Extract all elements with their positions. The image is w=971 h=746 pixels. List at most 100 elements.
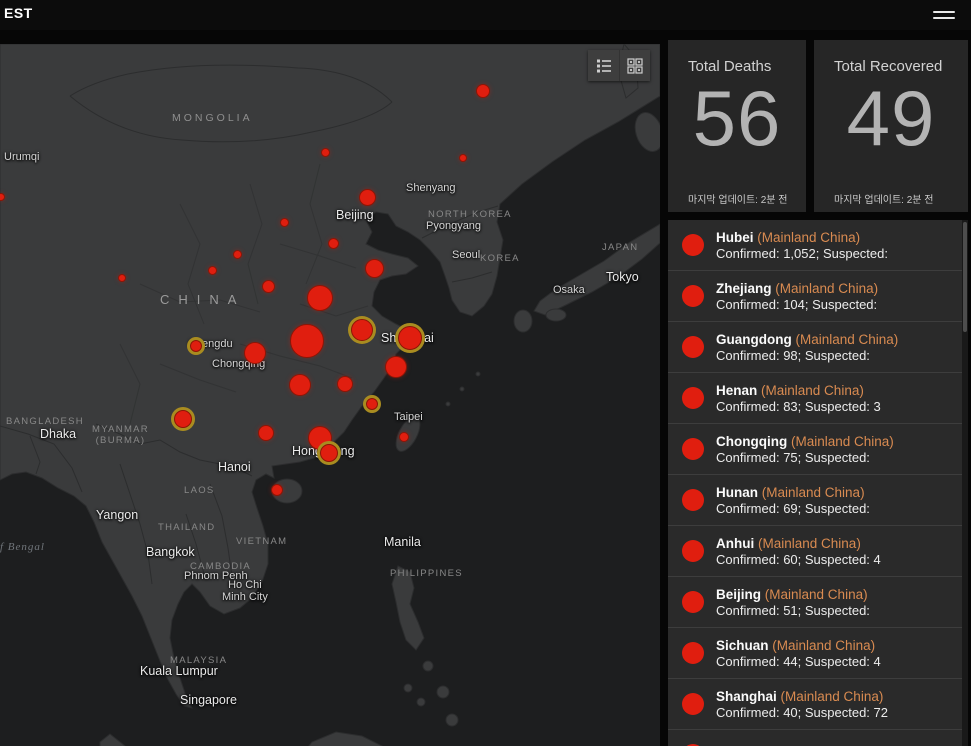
region-details: Confirmed: 40; Suspected: 72 <box>716 705 888 720</box>
list-item[interactable]: Shanghai (Mainland China)Confirmed: 40; … <box>668 679 962 730</box>
region-details: Confirmed: 83; Suspected: 3 <box>716 399 881 414</box>
region-dot-icon <box>682 489 704 511</box>
region-name: Hubei <box>716 230 754 245</box>
legend-list-icon <box>596 58 612 74</box>
list-item[interactable]: Shandong (Mainland China) <box>668 730 962 746</box>
list-item[interactable]: Anhui (Mainland China)Confirmed: 60; Sus… <box>668 526 962 577</box>
basemap-grid-icon <box>627 58 643 74</box>
region-name: Zhejiang <box>716 281 772 296</box>
region-name: Chongqing <box>716 434 787 449</box>
total-recovered-panel: Total Recovered 49 마지막 업데이트: 2분 전 <box>814 40 968 212</box>
region-country: (Mainland China) <box>757 230 860 245</box>
list-item[interactable]: Beijing (Mainland China)Confirmed: 51; S… <box>668 577 962 628</box>
map-case-marker[interactable] <box>118 274 126 282</box>
map-case-marker[interactable] <box>280 218 289 227</box>
list-item[interactable]: Guangdong (Mainland China)Confirmed: 98;… <box>668 322 962 373</box>
region-text: Anhui (Mainland China)Confirmed: 60; Sus… <box>716 536 881 567</box>
map-case-marker[interactable] <box>385 356 407 378</box>
region-country: (Mainland China) <box>772 638 875 653</box>
list-item[interactable]: Hubei (Mainland China)Confirmed: 1,052; … <box>668 220 962 271</box>
map-case-marker[interactable] <box>476 84 490 98</box>
map-case-marker[interactable] <box>399 432 409 442</box>
list-item[interactable]: Chongqing (Mainland China)Confirmed: 75;… <box>668 424 962 475</box>
region-dot-icon <box>682 540 704 562</box>
region-dot-icon <box>682 642 704 664</box>
region-country: (Mainland China) <box>765 587 868 602</box>
map-case-marker[interactable] <box>262 280 275 293</box>
total-deaths-panel: Total Deaths 56 마지막 업데이트: 2분 전 <box>668 40 806 212</box>
map-controls <box>588 50 650 81</box>
region-country: (Mainland China) <box>762 485 865 500</box>
map-case-marker[interactable] <box>320 444 338 462</box>
region-details: Confirmed: 98; Suspected: <box>716 348 898 363</box>
region-country: (Mainland China) <box>781 689 884 704</box>
region-country: (Mainland China) <box>775 281 878 296</box>
region-text: Guangdong (Mainland China)Confirmed: 98;… <box>716 332 898 363</box>
map-case-marker[interactable] <box>290 324 324 358</box>
region-name: Beijing <box>716 587 761 602</box>
total-deaths-value: 56 <box>668 79 806 159</box>
map-case-marker[interactable] <box>321 148 330 157</box>
list-item[interactable]: Henan (Mainland China)Confirmed: 83; Sus… <box>668 373 962 424</box>
region-country: (Mainland China) <box>791 434 894 449</box>
region-dot-icon <box>682 234 704 256</box>
region-dot-icon <box>682 438 704 460</box>
map-case-marker[interactable] <box>359 189 376 206</box>
region-details: Confirmed: 75; Suspected: <box>716 450 894 465</box>
region-dot-icon <box>682 336 704 358</box>
scrollbar-thumb[interactable] <box>963 222 967 332</box>
list-item[interactable]: Sichuan (Mainland China)Confirmed: 44; S… <box>668 628 962 679</box>
map[interactable]: MONGOLIAUrumqiShenyangBeijingNORTH KOREA… <box>0 44 660 746</box>
map-markers <box>0 44 660 746</box>
list-item[interactable]: Zhejiang (Mainland China)Confirmed: 104;… <box>668 271 962 322</box>
map-case-marker[interactable] <box>351 319 373 341</box>
scrollbar-track[interactable] <box>962 220 968 746</box>
region-text: Hunan (Mainland China)Confirmed: 69; Sus… <box>716 485 870 516</box>
total-deaths-title: Total Deaths <box>668 40 806 75</box>
map-case-marker[interactable] <box>459 154 467 162</box>
app-title: EST <box>4 5 33 21</box>
list-item[interactable]: Hunan (Mainland China)Confirmed: 69; Sus… <box>668 475 962 526</box>
total-recovered-value: 49 <box>814 79 968 159</box>
region-details: Confirmed: 51; Suspected: <box>716 603 870 618</box>
hamburger-menu-icon[interactable] <box>933 7 955 22</box>
region-text: Zhejiang (Mainland China)Confirmed: 104;… <box>716 281 878 312</box>
region-name: Henan <box>716 383 757 398</box>
map-case-marker[interactable] <box>174 410 192 428</box>
top-header: EST <box>0 0 971 30</box>
map-case-marker[interactable] <box>366 398 378 410</box>
total-deaths-updated: 마지막 업데이트: 2분 전 <box>688 191 800 206</box>
region-list: Hubei (Mainland China)Confirmed: 1,052; … <box>668 220 962 746</box>
map-case-marker[interactable] <box>289 374 311 396</box>
map-case-marker[interactable] <box>271 484 283 496</box>
map-case-marker[interactable] <box>233 250 242 259</box>
region-dot-icon <box>682 285 704 307</box>
total-recovered-title: Total Recovered <box>814 40 968 75</box>
basemap-button[interactable] <box>619 50 650 81</box>
region-text: Shanghai (Mainland China)Confirmed: 40; … <box>716 689 888 720</box>
region-name: Sichuan <box>716 638 769 653</box>
region-name: Hunan <box>716 485 758 500</box>
map-case-marker[interactable] <box>328 238 339 249</box>
map-case-marker[interactable] <box>307 285 333 311</box>
region-name: Anhui <box>716 536 754 551</box>
map-case-marker[interactable] <box>258 425 274 441</box>
map-case-marker[interactable] <box>244 342 266 364</box>
app: EST <box>0 0 971 746</box>
region-details: Confirmed: 104; Suspected: <box>716 297 878 312</box>
region-list-panel: Hubei (Mainland China)Confirmed: 1,052; … <box>668 220 968 746</box>
region-text: Sichuan (Mainland China)Confirmed: 44; S… <box>716 638 881 669</box>
map-case-marker[interactable] <box>190 340 202 352</box>
map-case-marker[interactable] <box>208 266 217 275</box>
legend-button[interactable] <box>588 50 619 81</box>
map-case-marker[interactable] <box>0 193 5 201</box>
map-case-marker[interactable] <box>365 259 384 278</box>
map-case-marker[interactable] <box>337 376 353 392</box>
region-text: Hubei (Mainland China)Confirmed: 1,052; … <box>716 230 888 261</box>
total-recovered-updated: 마지막 업데이트: 2분 전 <box>834 191 962 206</box>
region-details: Confirmed: 69; Suspected: <box>716 501 870 516</box>
region-dot-icon <box>682 591 704 613</box>
region-text: Beijing (Mainland China)Confirmed: 51; S… <box>716 587 870 618</box>
map-case-marker[interactable] <box>398 326 422 350</box>
region-country: (Mainland China) <box>758 536 861 551</box>
